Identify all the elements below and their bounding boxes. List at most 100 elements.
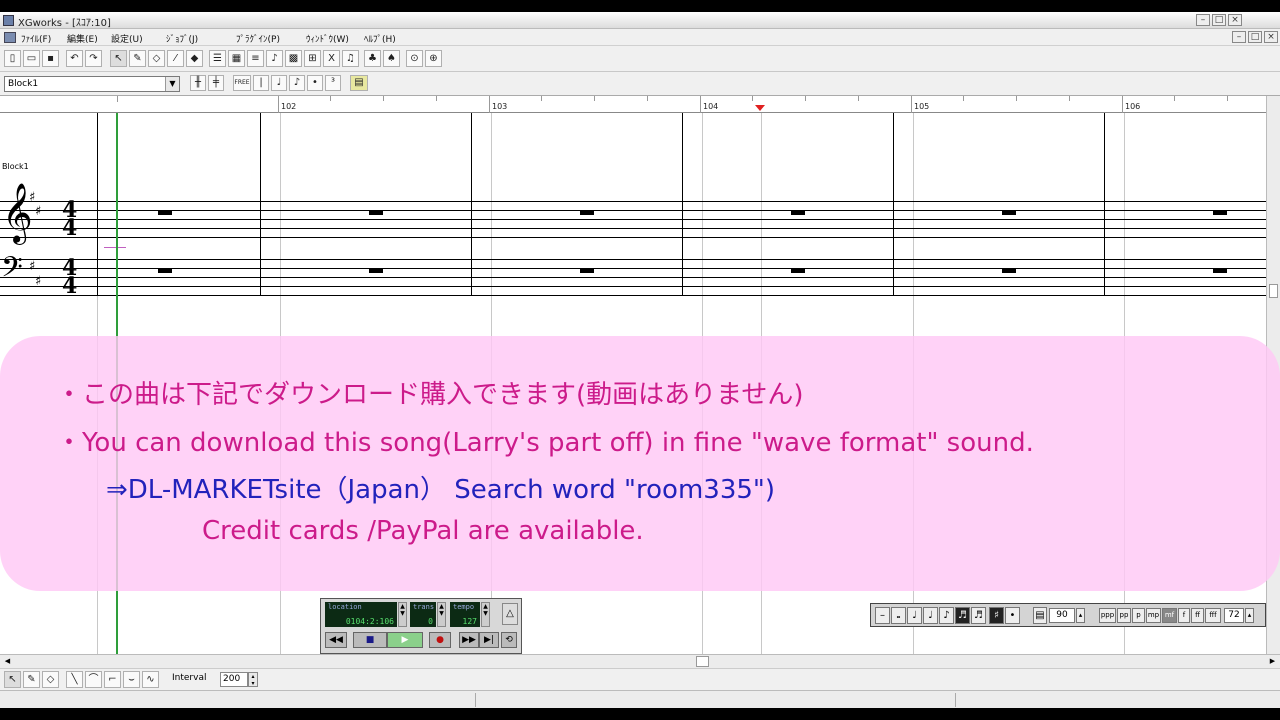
whole-rest[interactable] (580, 210, 594, 215)
block-select[interactable]: Block1 ▼ (4, 76, 180, 92)
dynamic-value[interactable]: 72 (1224, 608, 1244, 623)
midi-in-icon[interactable]: ⊙ (406, 50, 423, 67)
menu-edit[interactable]: 編集(E) (67, 32, 98, 45)
whole-rest[interactable] (158, 268, 172, 273)
whole-rest[interactable] (158, 210, 172, 215)
voice-icon[interactable]: ♫ (342, 50, 359, 67)
measure-ruler[interactable]: 102 103 104 105 106 (0, 96, 1266, 113)
free-mode-icon[interactable]: FREE (233, 75, 251, 91)
select-arrow-icon[interactable]: ↖ (4, 671, 21, 688)
scroll-left-icon[interactable]: ◀ (2, 656, 13, 667)
eighth-note-icon[interactable]: ♪ (939, 607, 954, 624)
dynamic-f[interactable]: f (1178, 608, 1190, 623)
event-list-icon[interactable]: ≡ (247, 50, 264, 67)
dot-icon[interactable]: • (307, 75, 323, 91)
mixer-icon[interactable]: ⊞ (304, 50, 321, 67)
dot-toggle-icon[interactable]: • (1005, 607, 1020, 624)
whole-rest[interactable] (369, 210, 383, 215)
zoom-out-icon[interactable]: ╪ (208, 75, 224, 91)
scroll-thumb[interactable] (1269, 284, 1278, 298)
menu-settings[interactable]: 設定(U) (111, 32, 143, 45)
whole-rest[interactable] (580, 268, 594, 273)
document-icon[interactable] (4, 32, 16, 43)
dynamic-stepper[interactable]: ▴ (1245, 608, 1254, 623)
menu-file[interactable]: ﾌｧｲﾙ(F) (21, 32, 51, 45)
minimize-button[interactable]: – (1196, 14, 1210, 26)
menu-plugin[interactable]: ﾌﾟﾗｸﾞｲﾝ(P) (236, 32, 280, 45)
triplet-icon[interactable]: ³ (325, 75, 341, 91)
whole-note-icon[interactable]: | (253, 75, 269, 91)
curve-icon[interactable]: ⌣ (123, 671, 140, 688)
zoom-in-icon[interactable]: ╫ (190, 75, 206, 91)
dynamic-ppp[interactable]: ppp (1099, 608, 1116, 623)
record-button[interactable]: ● (429, 632, 451, 648)
stop-button[interactable]: ■ (353, 632, 387, 648)
piano-roll-icon[interactable]: ▦ (228, 50, 245, 67)
dynamic-mp[interactable]: mp (1146, 608, 1161, 623)
new-file-icon[interactable]: ▯ (4, 50, 21, 67)
dynamic-p[interactable]: p (1132, 608, 1145, 623)
half-note-icon[interactable]: ♩ (907, 607, 922, 624)
hscroll-thumb[interactable] (696, 656, 709, 667)
eraser-icon[interactable]: ◇ (148, 50, 165, 67)
location-stepper[interactable]: ▲ ▼ (398, 602, 407, 627)
close-button[interactable]: × (1228, 14, 1242, 26)
style-icon[interactable]: ♣ (364, 50, 381, 67)
sixteenth-note-icon[interactable]: ♬ (955, 607, 970, 624)
whole-rest[interactable] (1002, 268, 1016, 273)
eraser-tool-icon[interactable]: ◆ (186, 50, 203, 67)
band-icon[interactable]: ♠ (383, 50, 400, 67)
line-tool-icon[interactable]: ╲ (66, 671, 83, 688)
rest-icon[interactable]: – (875, 607, 890, 624)
to-end-button[interactable]: ▶| (479, 632, 499, 648)
curve-up-icon[interactable]: ⌐ (104, 671, 121, 688)
score-view-icon[interactable]: ♪ (266, 50, 283, 67)
dynamic-ff[interactable]: ff (1191, 608, 1204, 623)
maximize-button[interactable]: □ (1212, 14, 1226, 26)
tempo-stepper[interactable]: ▲ ▼ (481, 602, 490, 627)
scroll-right-icon[interactable]: ▶ (1267, 656, 1278, 667)
whole-rest[interactable] (1213, 268, 1227, 273)
play-button[interactable]: ▶ (387, 632, 423, 648)
dynamic-fff[interactable]: fff (1205, 608, 1221, 623)
undo-icon[interactable]: ↶ (66, 50, 83, 67)
sharp-toggle-icon[interactable]: ♯ (989, 607, 1004, 624)
rewind-button[interactable]: ◀◀ (325, 632, 347, 648)
save-icon[interactable]: ▪ (42, 50, 59, 67)
eraser-icon[interactable]: ◇ (42, 671, 59, 688)
redo-icon[interactable]: ↷ (85, 50, 102, 67)
loop-button[interactable]: ⟲ (501, 632, 517, 648)
pencil-icon[interactable]: ✎ (129, 50, 146, 67)
child-maximize-button[interactable]: □ (1248, 31, 1262, 43)
dynamic-pp[interactable]: pp (1117, 608, 1131, 623)
whole-rest[interactable] (791, 268, 805, 273)
thirtysecond-note-icon[interactable]: ♬ (971, 607, 986, 624)
transpose-display[interactable]: trans 0 (410, 602, 436, 627)
menu-window[interactable]: ｳｨﾝﾄﾞｳ(W) (306, 32, 349, 45)
quarter-note-icon[interactable]: ♩ (923, 607, 938, 624)
whole-rest[interactable] (791, 210, 805, 215)
pencil-icon[interactable]: ✎ (23, 671, 40, 688)
child-close-button[interactable]: × (1264, 31, 1278, 43)
dynamic-mf[interactable]: mf (1162, 608, 1177, 623)
fast-forward-button[interactable]: ▶▶ (459, 632, 479, 648)
velocity-value[interactable]: 90 (1049, 608, 1075, 623)
metronome-icon[interactable]: △ (502, 603, 518, 625)
brush-icon[interactable]: ⁄ (167, 50, 184, 67)
velocity-stepper[interactable]: ▴ (1076, 608, 1085, 623)
xg-editor-icon[interactable]: X (323, 50, 340, 67)
transpose-stepper[interactable]: ▲ ▼ (437, 602, 446, 627)
chevron-down-icon[interactable]: ▼ (165, 77, 179, 91)
whole-rest[interactable] (1002, 210, 1016, 215)
half-note-icon[interactable]: ♩ (271, 75, 287, 91)
song-position-marker[interactable] (755, 105, 765, 111)
track-view-icon[interactable]: ☰ (209, 50, 226, 67)
whole-note-icon[interactable]: 𝅝 (891, 607, 906, 624)
menu-help[interactable]: ﾍﾙﾌﾟ(H) (364, 32, 396, 45)
horizontal-scrollbar[interactable]: ◀ ▶ (0, 654, 1280, 668)
select-arrow-icon[interactable]: ↖ (110, 50, 127, 67)
drum-view-icon[interactable]: ▩ (285, 50, 302, 67)
quarter-note-icon[interactable]: ♪ (289, 75, 305, 91)
curve-down-icon[interactable]: ⌒ (85, 671, 102, 688)
location-display[interactable]: location 0104:2:106 (325, 602, 397, 627)
